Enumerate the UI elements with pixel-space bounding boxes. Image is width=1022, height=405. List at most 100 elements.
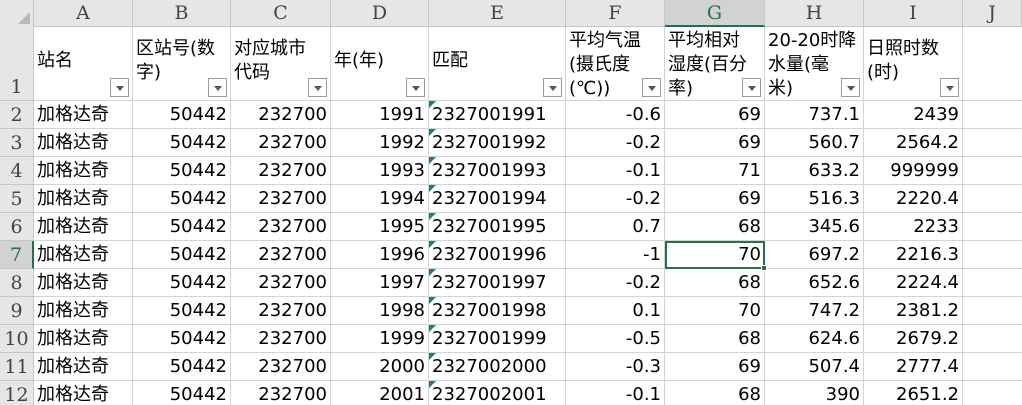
header-cell-f[interactable]: 平均气温 (摄氏度 (℃)) <box>566 27 665 101</box>
data-cell-b[interactable]: 50442 <box>133 269 231 297</box>
data-cell-h[interactable]: 516.3 <box>765 185 864 213</box>
data-cell-b[interactable]: 50442 <box>133 241 231 269</box>
data-cell-j[interactable] <box>963 325 1022 353</box>
data-cell-a[interactable]: 加格达奇 <box>34 297 133 325</box>
header-cell-g[interactable]: 平均相对 湿度(百分 率) <box>665 27 765 101</box>
data-cell-d[interactable]: 1999 <box>331 325 429 353</box>
data-cell-c[interactable]: 232700 <box>231 297 331 325</box>
header-cell-j[interactable] <box>963 27 1022 101</box>
spreadsheet-grid[interactable]: A B C D E F G H I J 1 2 3 4 5 6 7 8 9 10 11 12 站名 区站号(数 字) 对应城市 … <box>0 0 1022 405</box>
data-cell-d[interactable]: 1996 <box>331 241 429 269</box>
data-cell-c[interactable]: 232700 <box>231 269 331 297</box>
data-cell-i[interactable]: 2216.3 <box>864 241 963 269</box>
header-cell-b[interactable]: 区站号(数 字) <box>133 27 231 101</box>
row-header-6[interactable]: 6 <box>0 213 34 241</box>
row-header-8[interactable]: 8 <box>0 269 34 297</box>
row-header-4[interactable]: 4 <box>0 157 34 185</box>
header-cell-i[interactable]: 日照时数 (时) <box>864 27 963 101</box>
column-header-f[interactable]: F <box>566 0 665 27</box>
data-cell-h[interactable]: 737.1 <box>765 101 864 129</box>
row-header-3[interactable]: 3 <box>0 129 34 157</box>
data-cell-h[interactable]: 345.6 <box>765 213 864 241</box>
data-cell-d[interactable]: 1993 <box>331 157 429 185</box>
data-cell-f[interactable]: -0.1 <box>566 381 665 405</box>
data-cell-h[interactable]: 560.7 <box>765 129 864 157</box>
data-cell-h[interactable]: 747.2 <box>765 297 864 325</box>
data-cell-b[interactable]: 50442 <box>133 129 231 157</box>
data-cell-j[interactable] <box>963 297 1022 325</box>
data-cell-i[interactable]: 2381.2 <box>864 297 963 325</box>
column-header-e[interactable]: E <box>429 0 566 27</box>
data-cell-j[interactable] <box>963 353 1022 381</box>
data-cell-c[interactable]: 232700 <box>231 185 331 213</box>
data-cell-f[interactable]: -1 <box>566 241 665 269</box>
row-header-12[interactable]: 12 <box>0 381 34 405</box>
data-cell-a[interactable]: 加格达奇 <box>34 381 133 405</box>
data-cell-d[interactable]: 1994 <box>331 185 429 213</box>
data-cell-i[interactable]: 2220.4 <box>864 185 963 213</box>
data-cell-d[interactable]: 1992 <box>331 129 429 157</box>
header-cell-a[interactable]: 站名 <box>34 27 133 101</box>
data-cell-c[interactable]: 232700 <box>231 353 331 381</box>
data-cell-h[interactable]: 624.6 <box>765 325 864 353</box>
data-cell-b[interactable]: 50442 <box>133 353 231 381</box>
filter-dropdown-icon[interactable] <box>208 78 227 97</box>
filter-dropdown-icon[interactable] <box>543 78 562 97</box>
row-header-2[interactable]: 2 <box>0 101 34 129</box>
data-cell-c[interactable]: 232700 <box>231 213 331 241</box>
data-cell-h[interactable]: 633.2 <box>765 157 864 185</box>
data-cell-g[interactable]: 69 <box>665 353 765 381</box>
filter-dropdown-icon[interactable] <box>110 78 129 97</box>
data-cell-j[interactable] <box>963 157 1022 185</box>
filter-dropdown-icon[interactable] <box>642 78 661 97</box>
data-cell-f[interactable]: -0.5 <box>566 325 665 353</box>
data-cell-e[interactable]: 2327001999 <box>429 325 566 353</box>
data-cell-c[interactable]: 232700 <box>231 241 331 269</box>
data-cell-b[interactable]: 50442 <box>133 157 231 185</box>
data-cell-f[interactable]: 0.1 <box>566 297 665 325</box>
data-cell-g[interactable]: 68 <box>665 325 765 353</box>
data-cell-g[interactable]: 70 <box>665 241 765 269</box>
row-header-7[interactable]: 7 <box>0 241 34 269</box>
data-cell-b[interactable]: 50442 <box>133 101 231 129</box>
data-cell-j[interactable] <box>963 269 1022 297</box>
data-cell-i[interactable]: 2679.2 <box>864 325 963 353</box>
row-header-5[interactable]: 5 <box>0 185 34 213</box>
data-cell-g[interactable]: 70 <box>665 297 765 325</box>
data-cell-f[interactable]: -0.6 <box>566 101 665 129</box>
data-cell-i[interactable]: 999999 <box>864 157 963 185</box>
data-cell-j[interactable] <box>963 213 1022 241</box>
header-cell-d[interactable]: 年(年) <box>331 27 429 101</box>
data-cell-f[interactable]: 0.7 <box>566 213 665 241</box>
data-cell-g[interactable]: 69 <box>665 101 765 129</box>
data-cell-f[interactable]: -0.3 <box>566 353 665 381</box>
data-cell-a[interactable]: 加格达奇 <box>34 241 133 269</box>
data-cell-f[interactable]: -0.1 <box>566 157 665 185</box>
data-cell-a[interactable]: 加格达奇 <box>34 269 133 297</box>
data-cell-a[interactable]: 加格达奇 <box>34 129 133 157</box>
data-cell-i[interactable]: 2777.4 <box>864 353 963 381</box>
data-cell-f[interactable]: -0.2 <box>566 129 665 157</box>
data-cell-e[interactable]: 2327001991 <box>429 101 566 129</box>
data-cell-e[interactable]: 2327001993 <box>429 157 566 185</box>
data-cell-f[interactable]: -0.2 <box>566 269 665 297</box>
data-cell-c[interactable]: 232700 <box>231 325 331 353</box>
row-header-1[interactable]: 1 <box>0 27 34 101</box>
data-cell-c[interactable]: 232700 <box>231 381 331 405</box>
data-cell-c[interactable]: 232700 <box>231 129 331 157</box>
column-header-b[interactable]: B <box>133 0 231 27</box>
row-header-11[interactable]: 11 <box>0 353 34 381</box>
column-header-h[interactable]: H <box>765 0 864 27</box>
data-cell-i[interactable]: 2564.2 <box>864 129 963 157</box>
data-cell-d[interactable]: 1991 <box>331 101 429 129</box>
header-cell-c[interactable]: 对应城市 代码 <box>231 27 331 101</box>
header-cell-h[interactable]: 20-20时降 水量(毫 米) <box>765 27 864 101</box>
data-cell-j[interactable] <box>963 129 1022 157</box>
row-header-9[interactable]: 9 <box>0 297 34 325</box>
column-header-c[interactable]: C <box>231 0 331 27</box>
data-cell-c[interactable]: 232700 <box>231 157 331 185</box>
data-cell-i[interactable]: 2224.4 <box>864 269 963 297</box>
data-cell-j[interactable] <box>963 101 1022 129</box>
data-cell-a[interactable]: 加格达奇 <box>34 325 133 353</box>
data-cell-a[interactable]: 加格达奇 <box>34 213 133 241</box>
